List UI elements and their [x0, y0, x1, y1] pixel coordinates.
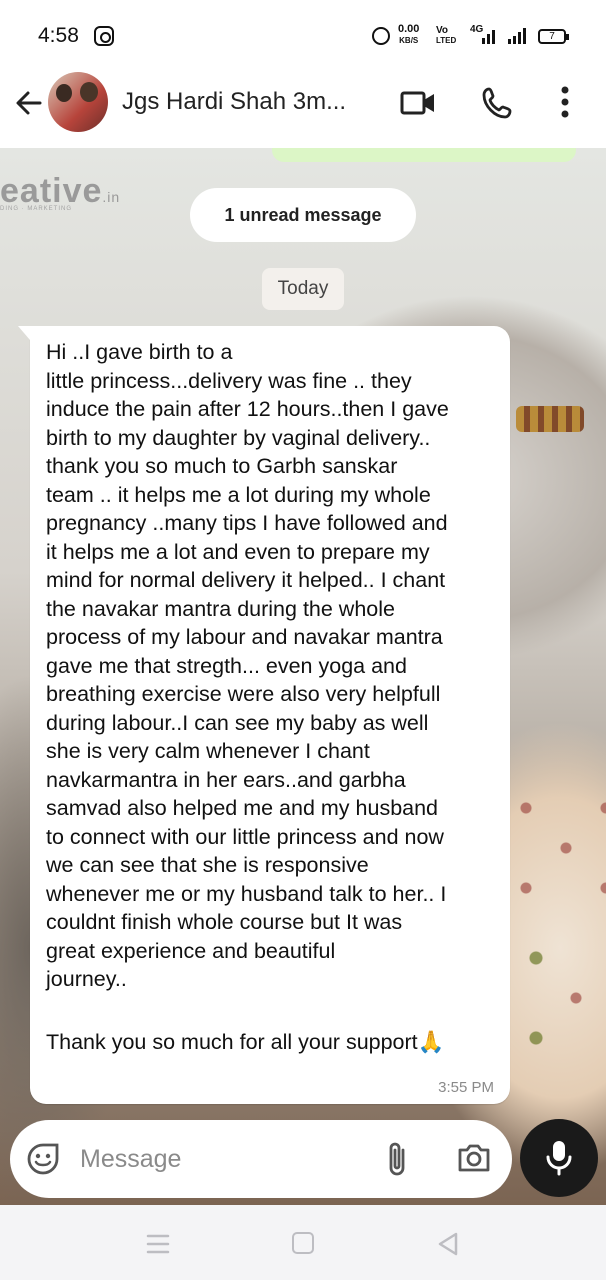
instagram-icon [94, 26, 114, 46]
attach-icon[interactable] [384, 1140, 410, 1178]
message-input[interactable] [80, 1138, 360, 1180]
volte-indicator: Vo LTED [436, 26, 456, 46]
back-icon[interactable] [436, 1231, 460, 1257]
message-bubble[interactable]: Hi ..I gave birth to a little princess..… [18, 326, 510, 1104]
network-speed-unit: KB/S [399, 36, 419, 45]
battery-icon: 7 [538, 29, 569, 44]
message-timestamp: 3:55 PM [438, 1079, 494, 1096]
system-nav-bar [0, 1205, 606, 1280]
camera-icon[interactable] [456, 1142, 492, 1174]
chat-area[interactable]: eative.in DING · MARKETING 1 unread mess… [0, 148, 606, 1205]
contact-name[interactable]: Jgs Hardi Shah 3m... [122, 88, 372, 116]
chat-header: Jgs Hardi Shah 3m... [0, 72, 606, 148]
wallpaper-decoration [516, 406, 584, 432]
wallpaper-pattern-2 [516, 928, 606, 1048]
recent-apps-icon[interactable] [146, 1233, 170, 1255]
unread-badge: 1 unread message [190, 188, 416, 242]
alarm-icon [372, 27, 390, 45]
wallpaper-logo-text: eative [0, 172, 103, 210]
wallpaper-subtext: DING · MARKETING [0, 206, 73, 212]
composer [10, 1120, 512, 1198]
status-time: 4:58 [38, 24, 79, 47]
message-text: Hi ..I gave birth to a little princess..… [46, 340, 449, 991]
signal-icon [482, 28, 495, 44]
network-speed-value: 0.00 [398, 23, 420, 35]
message-closing: Thank you so much for all your support🙏 [46, 1030, 445, 1054]
wallpaper-logo-suffix: .in [102, 189, 121, 205]
mic-icon [544, 1139, 574, 1177]
network-speed: 0.00 KB/S [398, 24, 419, 46]
volte-top: Vo [436, 25, 449, 36]
date-separator: Today [262, 268, 344, 310]
mic-button[interactable] [520, 1119, 598, 1197]
video-call-icon[interactable] [400, 90, 436, 116]
phone-icon[interactable] [481, 86, 515, 120]
emoji-icon[interactable] [26, 1142, 60, 1176]
back-arrow-icon[interactable] [14, 88, 44, 118]
volte-bottom: LTED [436, 36, 457, 45]
wallpaper-pattern [506, 788, 606, 908]
status-bar: 4:58 0.00 KB/S Vo LTED 4G 7 [0, 0, 606, 72]
home-icon[interactable] [292, 1232, 314, 1254]
more-vert-icon[interactable] [560, 86, 570, 118]
signal-icon-2 [508, 28, 526, 44]
avatar[interactable] [48, 72, 108, 132]
previous-message-edge [272, 148, 576, 162]
